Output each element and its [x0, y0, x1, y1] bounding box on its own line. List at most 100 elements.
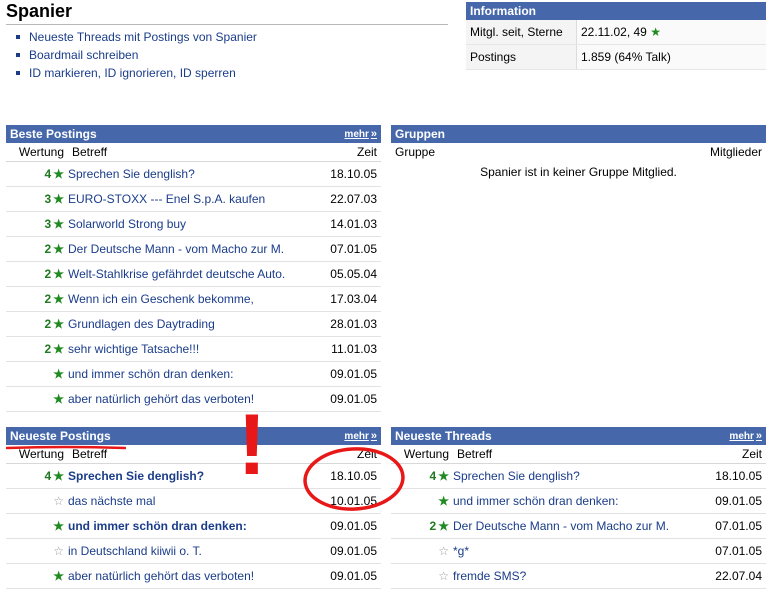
rating-cell: 3 ★ — [6, 187, 68, 211]
subject-link[interactable]: Der Deutsche Mann - vom Macho zur M. — [68, 237, 317, 261]
panel-title: Neueste Postings — [10, 429, 111, 443]
subject-link[interactable]: Wenn ich ein Geschenk bekomme, — [68, 287, 317, 311]
info-value-text: 22.11.02, 49 — [581, 25, 647, 39]
double-chevron-icon: » — [755, 429, 762, 442]
col-gruppe[interactable]: Gruppe — [395, 143, 435, 161]
time-cell: 22.07.03 — [330, 192, 377, 206]
more-label[interactable]: mehr — [344, 129, 368, 140]
subject-link[interactable]: Sprechen Sie denglish? — [68, 464, 317, 488]
subject-link[interactable]: Sprechen Sie denglish? — [453, 464, 702, 488]
groups-empty-message: Spanier ist in keiner Gruppe Mitglied. — [480, 165, 677, 179]
star-icon: ★ — [53, 167, 64, 181]
red-underline-annotation — [6, 445, 126, 450]
subject-link[interactable]: Grundlagen des Daytrading — [68, 312, 317, 336]
subject-link[interactable]: Welt-Stahlkrise gefährdet deutsche Auto. — [68, 262, 317, 286]
red-circle-annotation — [303, 447, 405, 511]
panel-title: Neueste Threads — [395, 429, 492, 443]
table-row: ★ und immer schön dran denken: 09.01.05 — [6, 362, 381, 387]
rating-score: 2 — [44, 342, 52, 356]
column-header: Gruppe Mitglieder — [391, 143, 766, 161]
column-header: Wertung Betreff Zeit — [6, 143, 381, 162]
time-cell: 18.10.05 — [715, 469, 762, 483]
star-icon: ★ — [53, 569, 64, 583]
more-label[interactable]: mehr — [344, 431, 368, 442]
link-boardmail[interactable]: Boardmail schreiben — [16, 46, 257, 64]
table-row: ★ aber natürlich gehört das verboten! 09.0… — [6, 564, 381, 589]
subject-link[interactable]: und immer schön dran denken: — [68, 362, 317, 386]
star-icon: ★ — [53, 242, 64, 256]
time-cell: 09.01.05 — [330, 544, 377, 558]
table-row: 3 ★ Solarworld Strong buy 14.01.03 — [6, 212, 381, 237]
subject-link[interactable]: aber natürlich gehört das verboten! — [68, 564, 317, 588]
star-icon: ★ — [53, 292, 64, 306]
table-row: 4 ★ Sprechen Sie denglish? 18.10.05 — [391, 464, 766, 489]
link-label[interactable]: Boardmail schreiben — [29, 48, 138, 62]
time-cell: 07.01.05 — [715, 544, 762, 558]
col-wertung[interactable]: Wertung — [6, 143, 68, 161]
link-id-actions[interactable]: ID markieren, ID ignorieren, ID sperren — [16, 64, 257, 82]
rating-cell: ☆ — [6, 489, 68, 513]
time-cell: 05.05.04 — [330, 267, 377, 281]
subject-link[interactable]: sehr wichtige Tatsache!!! — [68, 337, 317, 361]
double-chevron-icon: » — [370, 429, 377, 442]
time-cell: 14.01.03 — [330, 217, 377, 231]
table-row: 4 ★ Sprechen Sie denglish? 18.10.05 — [6, 162, 381, 187]
star-icon: ★ — [438, 469, 449, 483]
subject-link[interactable]: und immer schön dran denken: — [68, 514, 317, 538]
subject-link[interactable]: Sprechen Sie denglish? — [68, 162, 317, 186]
rating-score: 2 — [429, 519, 437, 533]
col-zeit[interactable]: Zeit — [317, 143, 381, 161]
rating-cell: 2 ★ — [391, 514, 453, 538]
rating-cell: 2 ★ — [6, 312, 68, 336]
link-label[interactable]: Neueste Threads mit Postings von Spanier — [29, 30, 257, 44]
panel-header: Neueste Threads mehr» — [391, 427, 766, 445]
info-value: 22.11.02, 49 ★ — [577, 20, 766, 44]
rating-score: 2 — [44, 267, 52, 281]
more-link[interactable]: mehr» — [729, 427, 762, 446]
subject-link[interactable]: fremde SMS? — [453, 564, 702, 588]
star-outline-icon: ☆ — [438, 569, 449, 583]
rating-score: 2 — [44, 242, 52, 256]
more-link[interactable]: mehr» — [344, 125, 377, 144]
panel-title: Gruppen — [395, 127, 445, 141]
star-icon: ★ — [650, 25, 661, 39]
col-zeit[interactable]: Zeit — [702, 445, 766, 463]
rating-cell: 2 ★ — [6, 262, 68, 286]
subject-link[interactable]: Solarworld Strong buy — [68, 212, 317, 236]
panel-header: Beste Postings mehr» — [6, 125, 381, 143]
col-betreff[interactable]: Betreff — [68, 143, 317, 161]
col-betreff[interactable]: Betreff — [453, 445, 702, 463]
table-row: ★ und immer schön dran denken: 09.01.05 — [6, 514, 381, 539]
table-row: 2 ★ Der Deutsche Mann - vom Macho zur M. 07… — [6, 237, 381, 262]
rating-cell: 2 ★ — [6, 287, 68, 311]
star-icon: ★ — [53, 392, 64, 406]
star-icon: ★ — [53, 267, 64, 281]
time-cell: 09.01.05 — [715, 494, 762, 508]
col-mitglieder[interactable]: Mitglieder — [710, 143, 762, 161]
info-value: 1.859 (64% Talk) — [577, 45, 766, 69]
star-icon: ★ — [53, 192, 64, 206]
table-row: ★ und immer schön dran denken: 09.01.05 — [391, 489, 766, 514]
rating-cell: 4 ★ — [6, 464, 68, 488]
subject-link[interactable]: in Deutschland kiiwii o. T. — [68, 539, 317, 563]
star-icon: ★ — [53, 217, 64, 231]
newest-threads-panel: Neueste Threads mehr» Wertung Betreff Ze… — [391, 427, 766, 589]
rating-cell: 3 ★ — [6, 212, 68, 236]
subject-link[interactable]: aber natürlich gehört das verboten! — [68, 387, 317, 411]
subject-link[interactable]: *g* — [453, 539, 702, 563]
subject-link[interactable]: Der Deutsche Mann - vom Macho zur M. — [453, 514, 702, 538]
more-link[interactable]: mehr» — [344, 427, 377, 446]
rating-cell: ★ — [6, 564, 68, 588]
newest-threads-rows: 4 ★ Sprechen Sie denglish? 18.10.05 ★ und imm… — [391, 464, 766, 589]
rating-cell: ☆ — [6, 539, 68, 563]
time-cell: 09.01.05 — [330, 367, 377, 381]
subject-link[interactable]: das nächste mal — [68, 489, 317, 513]
table-row: 2 ★ Wenn ich ein Geschenk bekomme, 17.03.04 — [6, 287, 381, 312]
info-title: Information — [466, 2, 766, 20]
rating-cell: 4 ★ — [6, 162, 68, 186]
subject-link[interactable]: EURO-STOXX --- Enel S.p.A. kaufen — [68, 187, 317, 211]
more-label[interactable]: mehr — [729, 431, 753, 442]
link-newest-threads[interactable]: Neueste Threads mit Postings von Spanier — [16, 28, 257, 46]
subject-link[interactable]: und immer schön dran denken: — [453, 489, 702, 513]
link-label[interactable]: ID markieren, ID ignorieren, ID sperren — [29, 66, 236, 80]
